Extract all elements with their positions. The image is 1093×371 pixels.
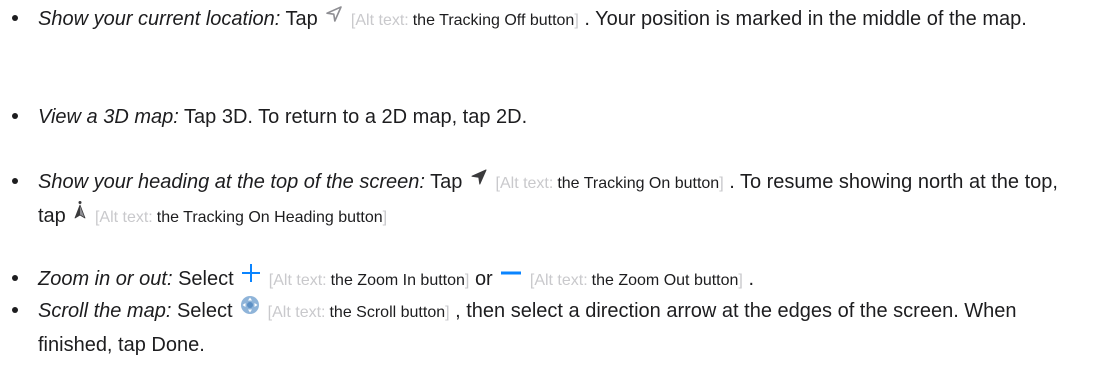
item-term: Zoom in or out: [38,268,173,290]
item-text: Select [178,268,234,290]
bullet [10,3,20,36]
bullet [10,166,20,199]
list-item: Scroll the map: Select [Alt text: the Scr… [38,295,1088,362]
location-arrow-filled-icon [470,164,488,197]
alt-text: [Alt text: the Zoom Out button] [529,272,743,289]
item-text: Select [176,300,233,322]
alt-text: [Alt text: the Zoom In button] [268,272,470,289]
item-term: Scroll the map: [38,300,172,322]
alt-text: [Alt text: the Tracking Off button] [350,12,579,29]
heading-icon [73,198,87,231]
list-item: Show your current location: Tap [Alt tex… [38,3,1088,37]
list-item: View a 3D map: Tap 3D. To return to a 2D… [38,101,1088,134]
bullet [10,101,20,134]
alt-text: [Alt text: the Tracking On Heading button… [94,209,388,226]
bullet [10,295,20,328]
list-item: Zoom in or out: Select [Alt text: the Zoo… [38,263,1088,297]
alt-text: [Alt text: the Tracking On button] [495,175,724,192]
item-text: or [474,268,493,290]
item-text: . Your position is marked in the middle … [584,8,1027,30]
minus-icon [500,261,522,294]
item-term: Show your current location: [38,8,281,30]
plus-icon [241,261,261,294]
scroll-icon [240,293,260,326]
alt-text: [Alt text: the Scroll button] [267,304,450,321]
item-text: . [748,268,754,290]
list-item: Show your heading at the top of the scre… [38,166,1088,234]
bullet [10,263,20,296]
item-text: Tap [430,171,463,193]
item-text: Tap [285,8,318,30]
item-text: Tap 3D. To return to a 2D map, tap 2D. [184,106,528,128]
item-term: View a 3D map: [38,106,179,128]
location-arrow-outline-icon [325,1,343,34]
item-term: Show your heading at the top of the scre… [38,171,425,193]
